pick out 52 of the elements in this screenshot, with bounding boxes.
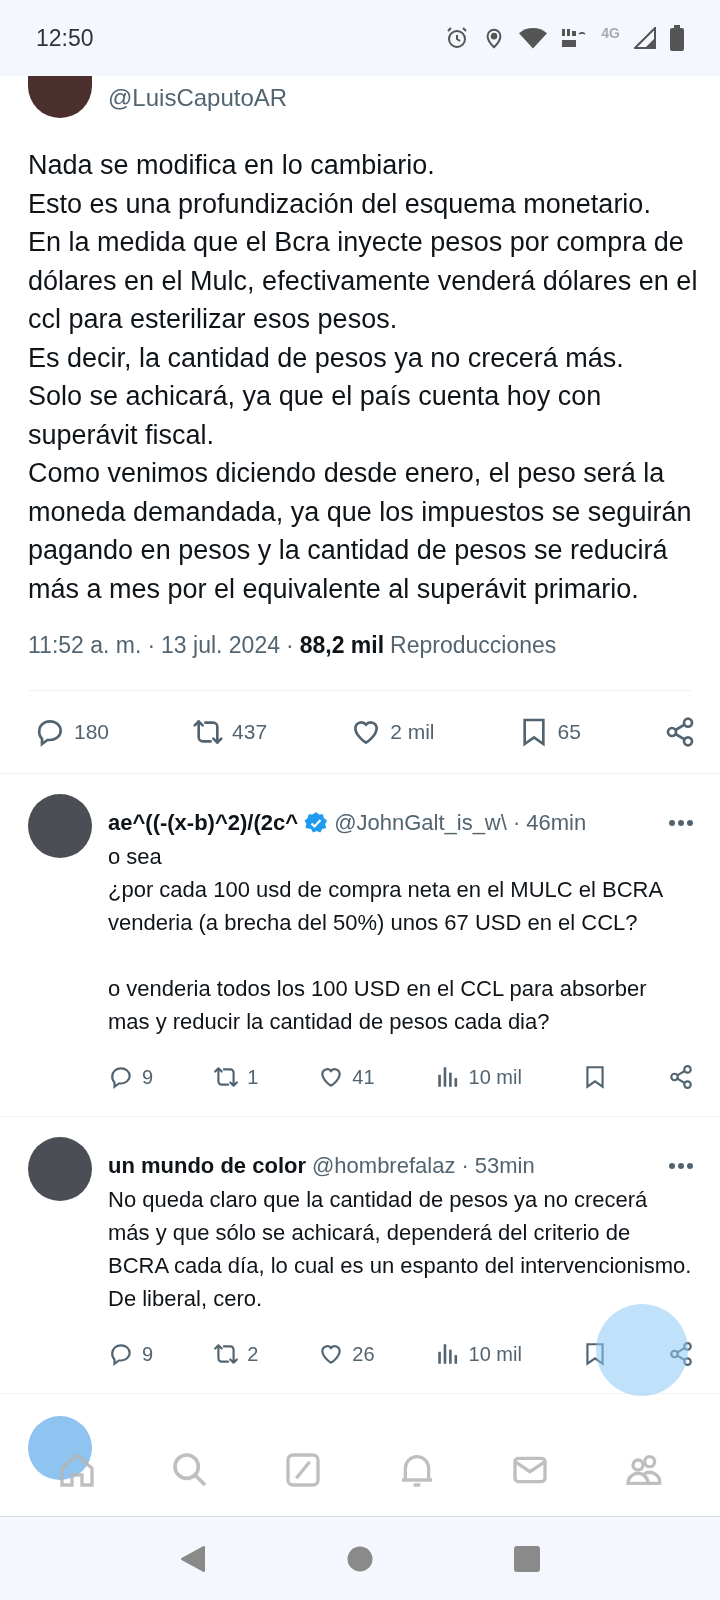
signal-icon [634, 27, 656, 49]
reply-text: o sea ¿por cada 100 usd de compra neta en el MULC el BCRA venderia (a brecha del 50%) unos 67 USD en el CCL? o venderia todos los 100 USD en el CCL para absorber mas y reducir la cantidad de pesos cada dia? [108, 843, 664, 1036]
home-circle-icon[interactable] [347, 1545, 373, 1572]
like-action[interactable]: 26 [318, 1341, 375, 1367]
bookmark-action[interactable]: 65 [517, 716, 581, 748]
reply-action[interactable]: 9 [108, 1064, 154, 1090]
share-action[interactable] [667, 1064, 694, 1090]
avatar-photo[interactable] [28, 76, 92, 118]
repost-icon [213, 1341, 240, 1367]
views-label: Reproducciones [390, 631, 557, 660]
repost-action[interactable]: 1 [213, 1064, 259, 1090]
views-action[interactable]: 10 mil [434, 1341, 522, 1367]
reply-action[interactable]: 9 [108, 1341, 154, 1367]
post-time: 53min [474, 1152, 535, 1180]
share-action[interactable] [664, 716, 696, 748]
status-time: 12:50 [36, 24, 95, 52]
share-action[interactable] [667, 1341, 694, 1367]
repost-icon [213, 1064, 240, 1090]
repost-action[interactable]: 2 [213, 1341, 259, 1367]
battery-icon [670, 25, 684, 51]
separator-dot: · [461, 1152, 469, 1180]
network-type: 4G [601, 25, 620, 41]
share-icon [664, 716, 696, 748]
separator-dot: · [147, 631, 156, 660]
user-handle[interactable]: @hombrefalaz [312, 1149, 456, 1183]
user-handle[interactable]: @JohnGalt_is_w\ [334, 806, 507, 840]
post-time: 46min [526, 809, 587, 837]
volte-icon [561, 26, 588, 50]
view-count: 88,2 mil [299, 631, 385, 660]
tweet-date: 13 jul. 2024 [161, 631, 280, 660]
reply-action[interactable]: 180 [34, 716, 110, 748]
separator-dot: · [512, 809, 521, 837]
share-icon [667, 1064, 694, 1090]
like-action[interactable]: 2 mil [350, 716, 435, 748]
more-options-icon[interactable] [668, 819, 694, 827]
repost-action[interactable]: 437 [192, 716, 268, 748]
user-name[interactable]: ae^((-(x-b)^2)/(2c^ [108, 806, 299, 840]
separator-dot: · [286, 631, 294, 660]
more-options-icon[interactable] [668, 1162, 694, 1170]
tweet-text: Nada se modifica en lo cambiario. Esto es una profundización del esquema monetario. En la medida que el Bcra inyecte pesos por compra de dólares en el Mulc, efectivamente venderá dólares en el ccl para esterilizar esos pesos. Es decir, la cantidad de pesos ya no crecerá más. Solo se achicará, ya que el país cuenta hoy con superávit fiscal. Como venimos diciendo desde enero, el peso será la moneda demandada, ya que los impuestos se seguirán pagando en pesos y la cantidad de pesos se reducirá más a mes por el equivalente al superávit primario. [27, 149, 699, 606]
wifi-icon [519, 27, 548, 49]
like-action[interactable]: 41 [318, 1064, 375, 1090]
comment-icon [108, 1341, 134, 1367]
comment-icon [108, 1064, 134, 1090]
reply-text: No queda claro que la cantidad de pesos ya no crecerá más y que sólo se achicará, dependerá del criterio de BCRA cada día, lo cual es un espanto del intervencionismo. De liberal, cero. [108, 1186, 693, 1313]
recents-square-icon[interactable] [513, 1545, 540, 1572]
views-action[interactable]: 10 mil [434, 1064, 522, 1090]
tweet-time: 11:52 a. m. [28, 631, 142, 660]
user-name[interactable]: un mundo de color [108, 1149, 306, 1183]
back-icon[interactable] [180, 1544, 207, 1573]
user-handle[interactable]: @LuisCaputoAR [108, 84, 288, 112]
share-icon [667, 1341, 694, 1367]
